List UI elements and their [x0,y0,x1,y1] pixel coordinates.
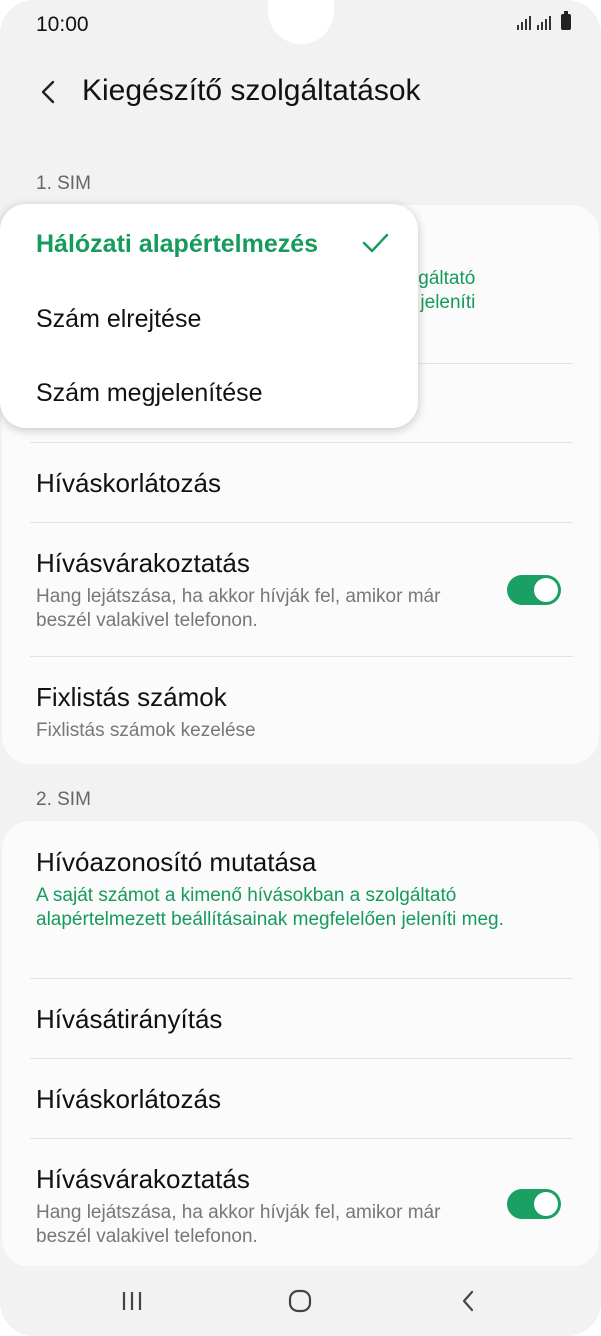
divider [30,522,573,523]
item-subtitle: Hang lejátszása, ha akkor hívják fel, am… [36,586,441,631]
recent-apps-icon [122,1292,142,1310]
recent-apps-button[interactable] [114,1286,150,1316]
item-subtitle: A saját számot a kimenő hívásokban a szo… [36,885,504,930]
item-title: Hívásátirányítás [36,1004,223,1034]
caller-id-options-popup: Hálózati alapértelmezés Szám elrejtése S… [0,204,418,428]
toggle-knob [534,1192,558,1216]
signal-icon-sim1 [517,14,531,30]
item-title: Fixlistás számok [36,682,227,712]
signal-icon-sim2 [537,14,551,30]
call-waiting-toggle-sim2[interactable] [507,1189,561,1219]
item-title: Híváskorlátozás [36,1084,221,1114]
call-barring-item-sim1[interactable]: Híváskorlátozás [36,468,576,499]
item-title: Híváskorlátozás [36,468,221,498]
back-button[interactable] [30,74,66,110]
status-icons [517,11,571,30]
fixed-dialing-item-sim1[interactable]: Fixlistás számok Fixlistás számok kezelé… [36,682,576,743]
navigation-bar [0,1266,601,1336]
divider [30,656,573,657]
page-title: Kiegészítő szolgáltatások [82,74,421,107]
item-title: Hívóazonosító mutatása [36,847,317,877]
caller-id-item-sim2[interactable]: Hívóazonosító mutatása A saját számot a … [36,847,576,932]
popup-option-network-default[interactable]: Hálózati alapértelmezés [36,230,318,259]
item-subtitle: Hang lejátszása, ha akkor hívják fel, am… [36,1202,441,1247]
divider [30,1138,573,1139]
camera-notch [268,0,334,44]
call-waiting-item-sim2[interactable]: Hívásvárakoztatás Hang lejátszása, ha ak… [36,1164,576,1249]
app-header: Kiegészítő szolgáltatások [0,60,601,124]
back-icon [462,1290,474,1312]
popup-option-hide-number[interactable]: Szám elrejtése [36,305,201,334]
sim2-settings-card: Hívóazonosító mutatása A saját számot a … [2,821,599,1267]
popup-option-show-number[interactable]: Szám megjelenítése [36,379,263,408]
call-waiting-toggle-sim1[interactable] [507,575,561,605]
battery-icon [561,11,571,30]
item-subtitle: Fixlistás számok kezelése [36,720,256,741]
call-waiting-item-sim1[interactable]: Hívásvárakoztatás Hang lejátszása, ha ak… [36,548,576,633]
section-label-sim2: 2. SIM [36,789,91,810]
divider [30,978,573,979]
check-icon [362,233,389,253]
call-forwarding-item-sim2[interactable]: Hívásátirányítás [36,1004,576,1035]
status-time: 10:00 [36,13,89,36]
divider [30,442,573,443]
call-barring-item-sim2[interactable]: Híváskorlátozás [36,1084,576,1115]
toggle-knob [534,578,558,602]
phone-screen: 10:00 Kiegészítő szolgáltatások 1. SIM z… [0,0,601,1336]
nav-back-button[interactable] [450,1286,486,1316]
item-title: Hívásvárakoztatás [36,548,250,578]
section-label-sim1: 1. SIM [36,173,91,194]
home-button[interactable] [282,1286,318,1316]
chevron-left-icon [41,80,55,104]
divider [30,1058,573,1059]
home-icon [288,1289,312,1313]
item-title: Hívásvárakoztatás [36,1164,250,1194]
